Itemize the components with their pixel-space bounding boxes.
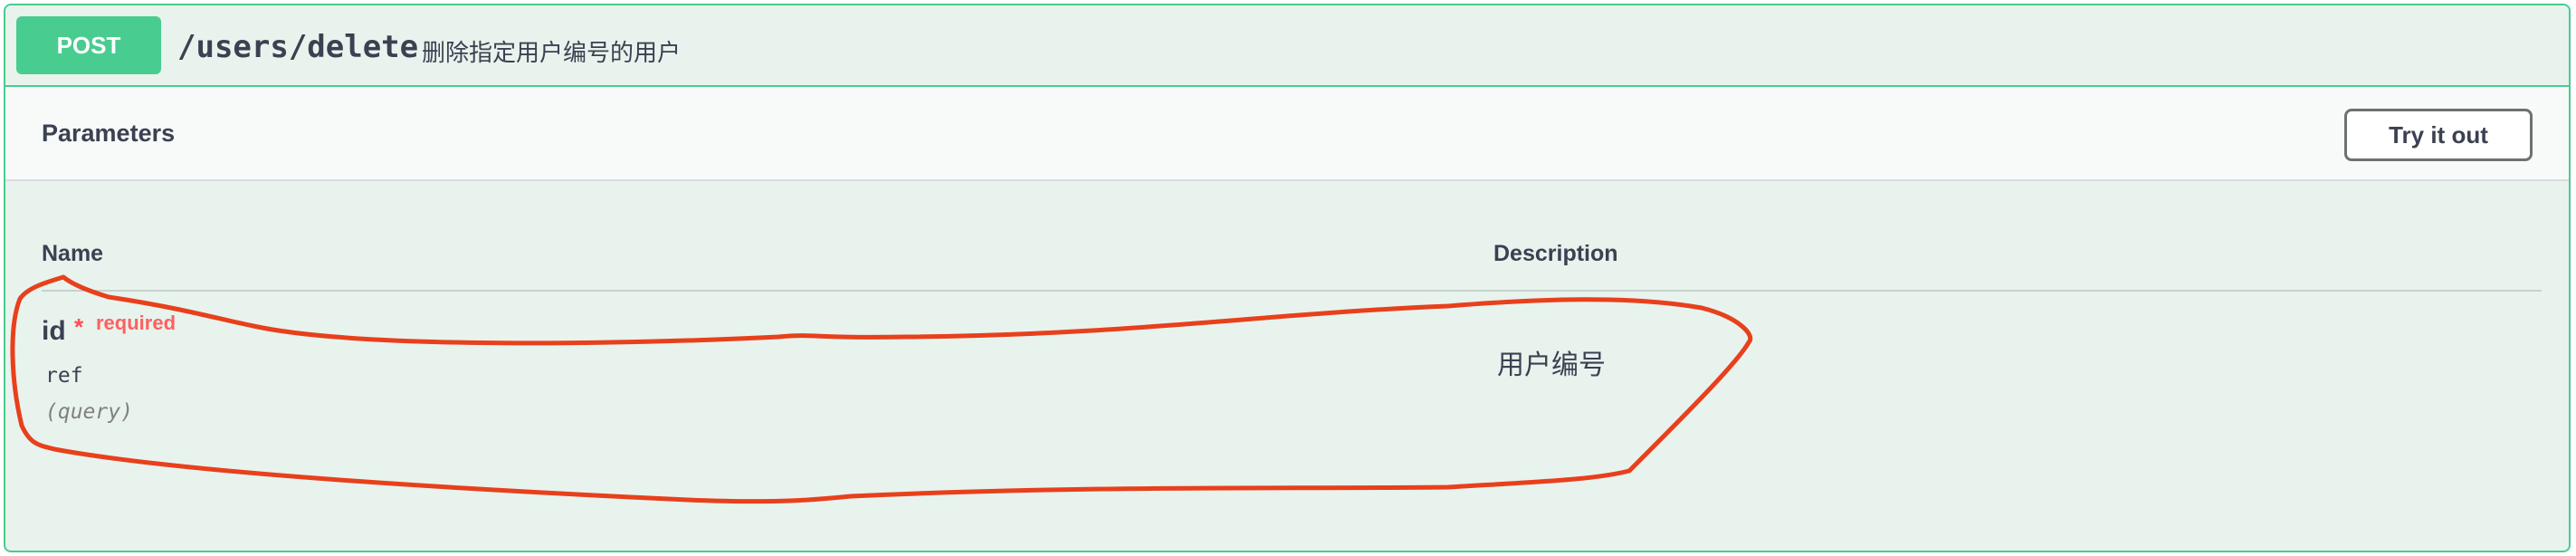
parameter-type: ref — [45, 364, 83, 388]
operation-summary[interactable]: POST /users/delete 删除指定用户编号的用户 — [5, 5, 2569, 87]
required-label: required — [96, 312, 177, 334]
operation-description: 删除指定用户编号的用户 — [422, 40, 682, 67]
column-header-description: Description — [1493, 241, 1618, 266]
required-star: * — [74, 313, 84, 340]
parameters-title: Parameters — [42, 120, 176, 147]
table-divider — [42, 290, 2542, 292]
parameter-name: id — [42, 316, 66, 346]
column-header-name: Name — [42, 241, 104, 266]
try-it-out-button[interactable]: Try it out — [2344, 109, 2533, 161]
operation-block: POST /users/delete 删除指定用户编号的用户 Parameter… — [4, 4, 2571, 552]
method-badge: POST — [16, 16, 161, 74]
parameters-header: Parameters Try it out — [5, 87, 2569, 181]
parameter-location: (query) — [45, 400, 133, 424]
parameter-description: 用户编号 — [1497, 350, 1606, 381]
endpoint-path: /users/delete — [177, 29, 419, 65]
